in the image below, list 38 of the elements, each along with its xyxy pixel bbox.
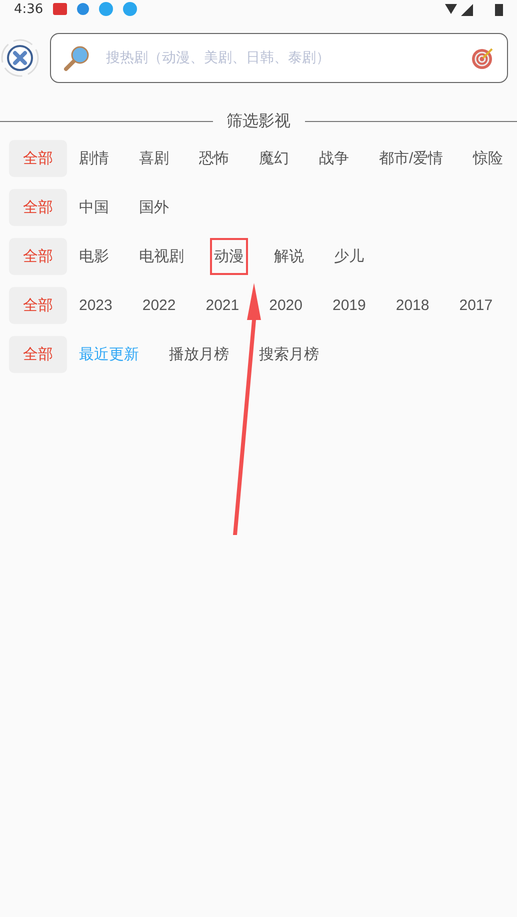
- filter-option[interactable]: 电视剧: [135, 238, 188, 275]
- filter-option[interactable]: 国外: [135, 189, 173, 226]
- download-notification-icon: [123, 2, 138, 16]
- filter-option[interactable]: 恐怖: [195, 140, 233, 177]
- filter-option[interactable]: 解说: [270, 238, 308, 275]
- filter-option[interactable]: 中国: [75, 189, 113, 226]
- filter-option[interactable]: 全部: [9, 140, 67, 177]
- filter-option[interactable]: 搜索月榜: [255, 336, 323, 373]
- download-notification-icon: [99, 2, 114, 16]
- app-notification-icon: [53, 3, 68, 15]
- filter-option[interactable]: 魔幻: [255, 140, 293, 177]
- filter-option[interactable]: 2018: [392, 287, 434, 324]
- filter-option[interactable]: 2017: [455, 287, 497, 324]
- target-icon: [471, 46, 495, 70]
- filter-option[interactable]: 播放月榜: [165, 336, 233, 373]
- filter-option[interactable]: 全部: [9, 287, 67, 324]
- filter-option[interactable]: 2022: [138, 287, 180, 324]
- filter-option[interactable]: 少儿: [330, 238, 368, 275]
- filter-option[interactable]: 剧情: [75, 140, 113, 177]
- filter-option[interactable]: 电影: [75, 238, 113, 275]
- filter-option[interactable]: 喜剧: [135, 140, 173, 177]
- filter-option[interactable]: 动漫: [210, 238, 248, 275]
- filter-option[interactable]: 2019: [328, 287, 370, 324]
- close-button[interactable]: [0, 38, 40, 78]
- app-notification-icon: [77, 3, 90, 15]
- filter-option[interactable]: 惊险: [469, 140, 508, 177]
- search-field[interactable]: 搜热剧（动漫、美剧、日韩、泰剧）: [50, 33, 508, 83]
- filter-option[interactable]: 2021: [202, 287, 244, 324]
- filter-option[interactable]: 战争: [315, 140, 353, 177]
- filter-option[interactable]: 全部: [9, 189, 67, 226]
- filter-option[interactable]: 2020: [265, 287, 306, 324]
- filter-option[interactable]: 全部: [9, 336, 67, 373]
- filter-option[interactable]: 全部: [9, 238, 67, 275]
- battery-icon: [495, 2, 503, 16]
- filter-option[interactable]: 都市/爱情: [375, 140, 448, 177]
- status-time: 4:36: [14, 2, 44, 16]
- filter-option[interactable]: 2023: [75, 287, 116, 324]
- section-title: 筛选影视: [226, 111, 290, 132]
